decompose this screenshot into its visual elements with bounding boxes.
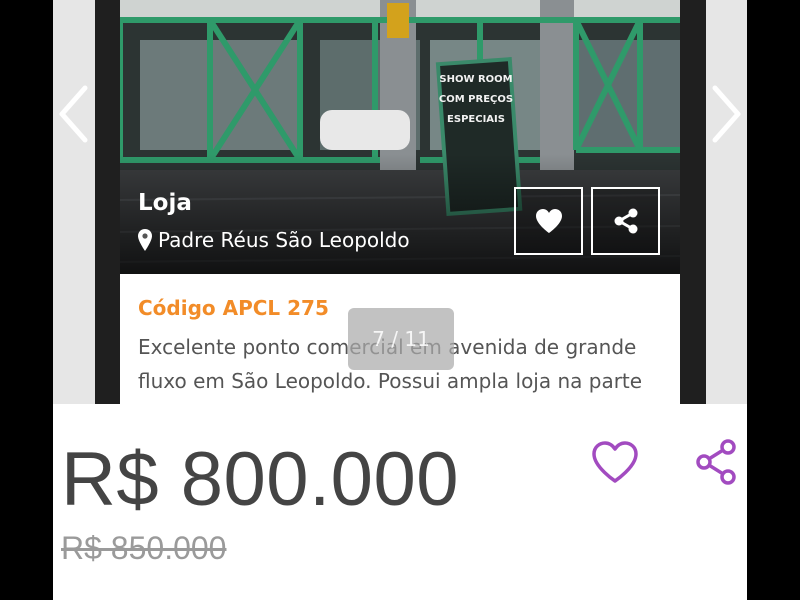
sign-line-1: SHOW ROOM: [439, 74, 512, 85]
old-price: R$ 850.000: [61, 530, 227, 566]
listing-photo[interactable]: SHOW ROOM COM PREÇOS ESPECIAIS Loja Padr…: [120, 0, 680, 274]
chevron-right-icon: [712, 85, 741, 143]
photo-carousel[interactable]: SHOW ROOM COM PREÇOS ESPECIAIS Loja Padr…: [53, 0, 747, 404]
share-button[interactable]: [690, 436, 742, 488]
share-icon: [614, 208, 637, 234]
favorite-button[interactable]: [589, 436, 641, 488]
sign-line-3: ESPECIAIS: [447, 114, 505, 125]
listing-code: Código APCL 275: [138, 296, 329, 320]
listing-location: Padre Réus São Leopoldo: [138, 228, 410, 252]
location-text: Padre Réus São Leopoldo: [158, 228, 410, 252]
chevron-left-icon: [59, 85, 88, 143]
card-favorite-button[interactable]: [514, 187, 583, 255]
share-outline-icon: [696, 439, 736, 485]
gallery-counter: 7 / 11: [348, 308, 454, 370]
heart-outline-icon: [592, 441, 638, 483]
listing-page: SHOW ROOM COM PREÇOS ESPECIAIS Loja Padr…: [53, 0, 747, 600]
map-pin-icon: [138, 229, 152, 251]
gallery-prev-button[interactable]: [53, 84, 93, 144]
gallery-next-button[interactable]: [707, 84, 747, 144]
heart-icon: [535, 209, 562, 233]
listing-type: Loja: [138, 190, 192, 216]
sign-line-2: COM PREÇOS: [439, 94, 513, 105]
card-share-button[interactable]: [591, 187, 660, 255]
price: R$ 800.000: [61, 437, 459, 522]
